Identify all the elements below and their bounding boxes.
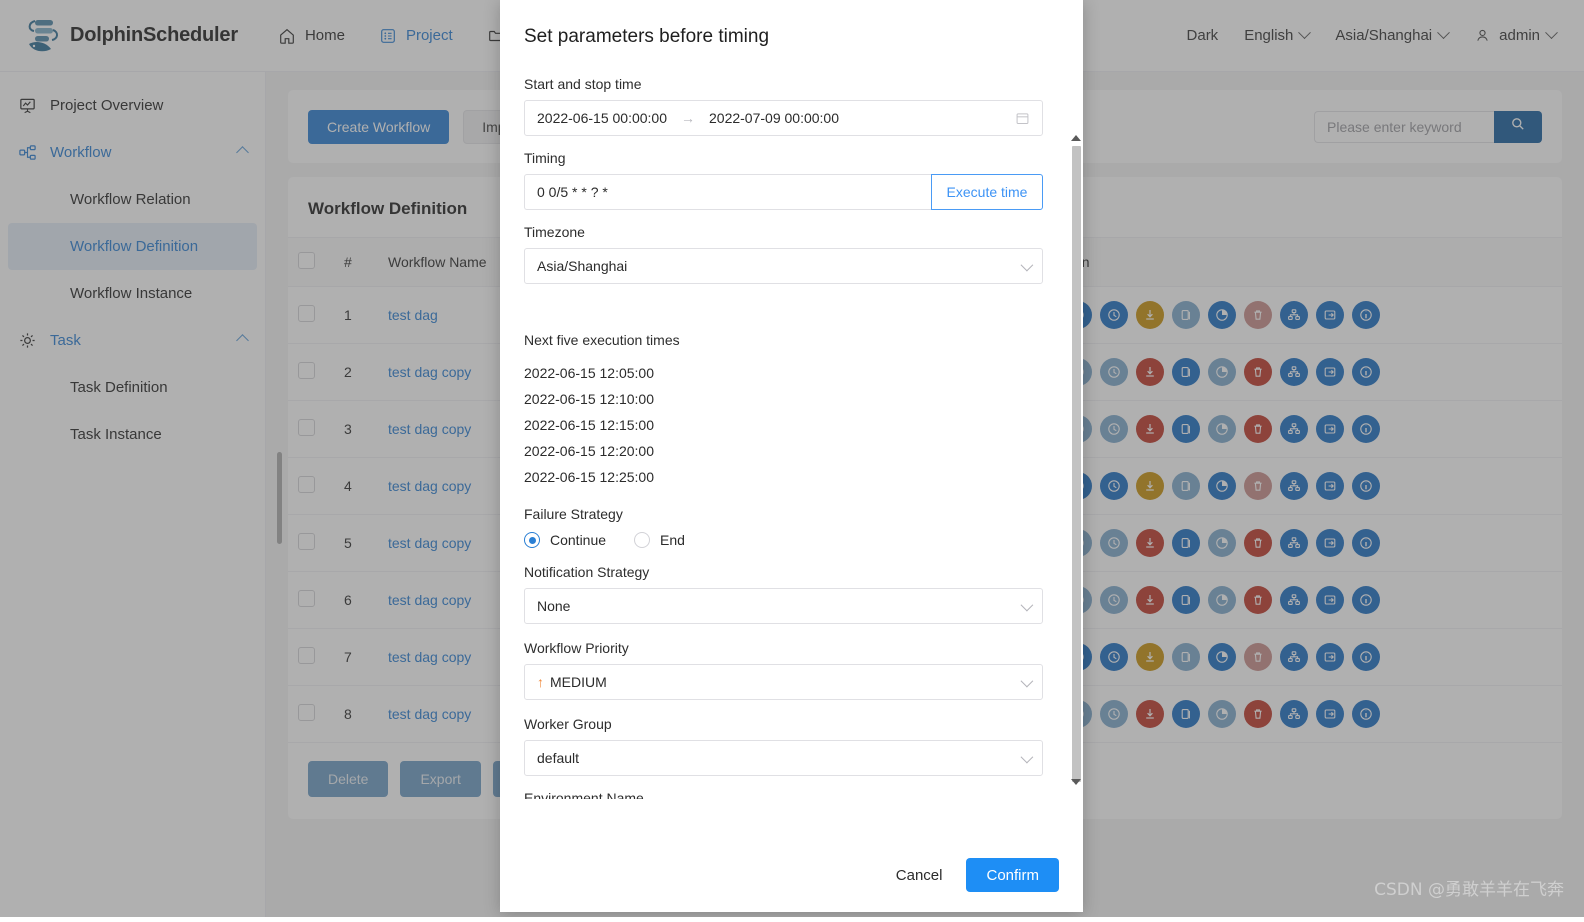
timezone-select[interactable]: Asia/Shanghai bbox=[524, 248, 1043, 284]
cancel-button[interactable]: Cancel bbox=[886, 859, 953, 892]
failure-option-label: End bbox=[660, 532, 685, 548]
calendar-icon bbox=[1015, 111, 1030, 126]
start-stop-field: Start and stop time 2022-06-15 00:00:00 … bbox=[524, 76, 1043, 136]
dialog-title: Set parameters before timing bbox=[524, 26, 770, 47]
triangle-down-icon bbox=[1071, 779, 1081, 785]
watermark: CSDN @勇敢羊羊在飞奔 bbox=[1374, 880, 1564, 900]
stop-time-value[interactable]: 2022-07-09 00:00:00 bbox=[709, 110, 839, 126]
failure-option-end[interactable]: End bbox=[634, 532, 685, 548]
next-executions-list: 2022-06-15 12:05:00 2022-06-15 12:10:00 … bbox=[524, 360, 1043, 490]
scroll-down-button[interactable] bbox=[1070, 776, 1082, 788]
failure-strategy-radios: Continue End bbox=[524, 532, 1043, 548]
start-stop-label: Start and stop time bbox=[524, 76, 642, 92]
next-execution-time: 2022-06-15 12:05:00 bbox=[524, 365, 654, 381]
dialog-footer: Cancel Confirm bbox=[500, 838, 1083, 912]
date-range-picker[interactable]: 2022-06-15 00:00:00 → 2022-07-09 00:00:0… bbox=[524, 100, 1043, 136]
execute-time-button[interactable]: Execute time bbox=[931, 174, 1043, 210]
chevron-down-icon bbox=[1020, 750, 1034, 763]
notification-strategy-label: Notification Strategy bbox=[524, 564, 650, 580]
next-execution-time: 2022-06-15 12:15:00 bbox=[524, 417, 654, 433]
notification-strategy-value: None bbox=[537, 598, 571, 614]
confirm-button[interactable]: Confirm bbox=[966, 858, 1059, 892]
dialog-scrollbar[interactable] bbox=[1069, 132, 1083, 788]
bottom-edge bbox=[0, 917, 1584, 922]
failure-strategy-label: Failure Strategy bbox=[524, 506, 623, 522]
next-execution-time: 2022-06-15 12:25:00 bbox=[524, 469, 654, 485]
scrollbar-thumb[interactable] bbox=[1072, 146, 1081, 782]
timing-parameters-dialog: Set parameters before timing Start and s… bbox=[500, 0, 1083, 912]
range-arrow-icon: → bbox=[681, 110, 695, 126]
scroll-up-button[interactable] bbox=[1070, 132, 1082, 144]
timing-field: Timing 0 0/5 * * ? * Execute time bbox=[524, 150, 1043, 210]
radio-icon-selected[interactable] bbox=[524, 532, 540, 548]
worker-group-field: Worker Group default bbox=[524, 716, 1043, 776]
triangle-up-icon bbox=[1071, 135, 1081, 141]
failure-option-label: Continue bbox=[550, 532, 607, 548]
worker-group-label: Worker Group bbox=[524, 716, 612, 732]
next-execution-time: 2022-06-15 12:20:00 bbox=[524, 443, 654, 459]
failure-strategy-field: Failure Strategy Continue End bbox=[524, 506, 1043, 548]
notification-strategy-select[interactable]: None bbox=[524, 588, 1043, 624]
crontab-input[interactable]: 0 0/5 * * ? * bbox=[524, 174, 931, 210]
start-time-value[interactable]: 2022-06-15 00:00:00 bbox=[537, 110, 667, 126]
failure-option-continue[interactable]: Continue bbox=[524, 532, 606, 548]
environment-name-label: Environment Name bbox=[524, 790, 644, 799]
timezone-label: Timezone bbox=[524, 224, 585, 240]
dialog-body: Start and stop time 2022-06-15 00:00:00 … bbox=[500, 62, 1083, 838]
next-executions-label: Next five execution times bbox=[524, 332, 680, 348]
radio-icon[interactable] bbox=[634, 532, 651, 548]
workflow-priority-select[interactable]: ↑ MEDIUM bbox=[524, 664, 1043, 700]
workflow-priority-label: Workflow Priority bbox=[524, 640, 629, 656]
next-execution-time: 2022-06-15 12:10:00 bbox=[524, 391, 654, 407]
worker-group-value: default bbox=[537, 750, 580, 766]
workflow-priority-field: Workflow Priority ↑ MEDIUM bbox=[524, 640, 1043, 700]
timezone-value: Asia/Shanghai bbox=[537, 258, 628, 274]
notification-strategy-field: Notification Strategy None bbox=[524, 564, 1043, 624]
worker-group-select[interactable]: default bbox=[524, 740, 1043, 776]
timezone-field: Timezone Asia/Shanghai bbox=[524, 224, 1043, 284]
chevron-down-icon bbox=[1020, 258, 1034, 271]
chevron-down-icon bbox=[1020, 674, 1034, 687]
timing-row: 0 0/5 * * ? * Execute time bbox=[524, 174, 1043, 210]
workflow-priority-value: MEDIUM bbox=[550, 674, 607, 690]
priority-arrow-icon: ↑ bbox=[537, 674, 544, 690]
chevron-down-icon bbox=[1020, 598, 1034, 611]
timing-label: Timing bbox=[524, 150, 566, 166]
